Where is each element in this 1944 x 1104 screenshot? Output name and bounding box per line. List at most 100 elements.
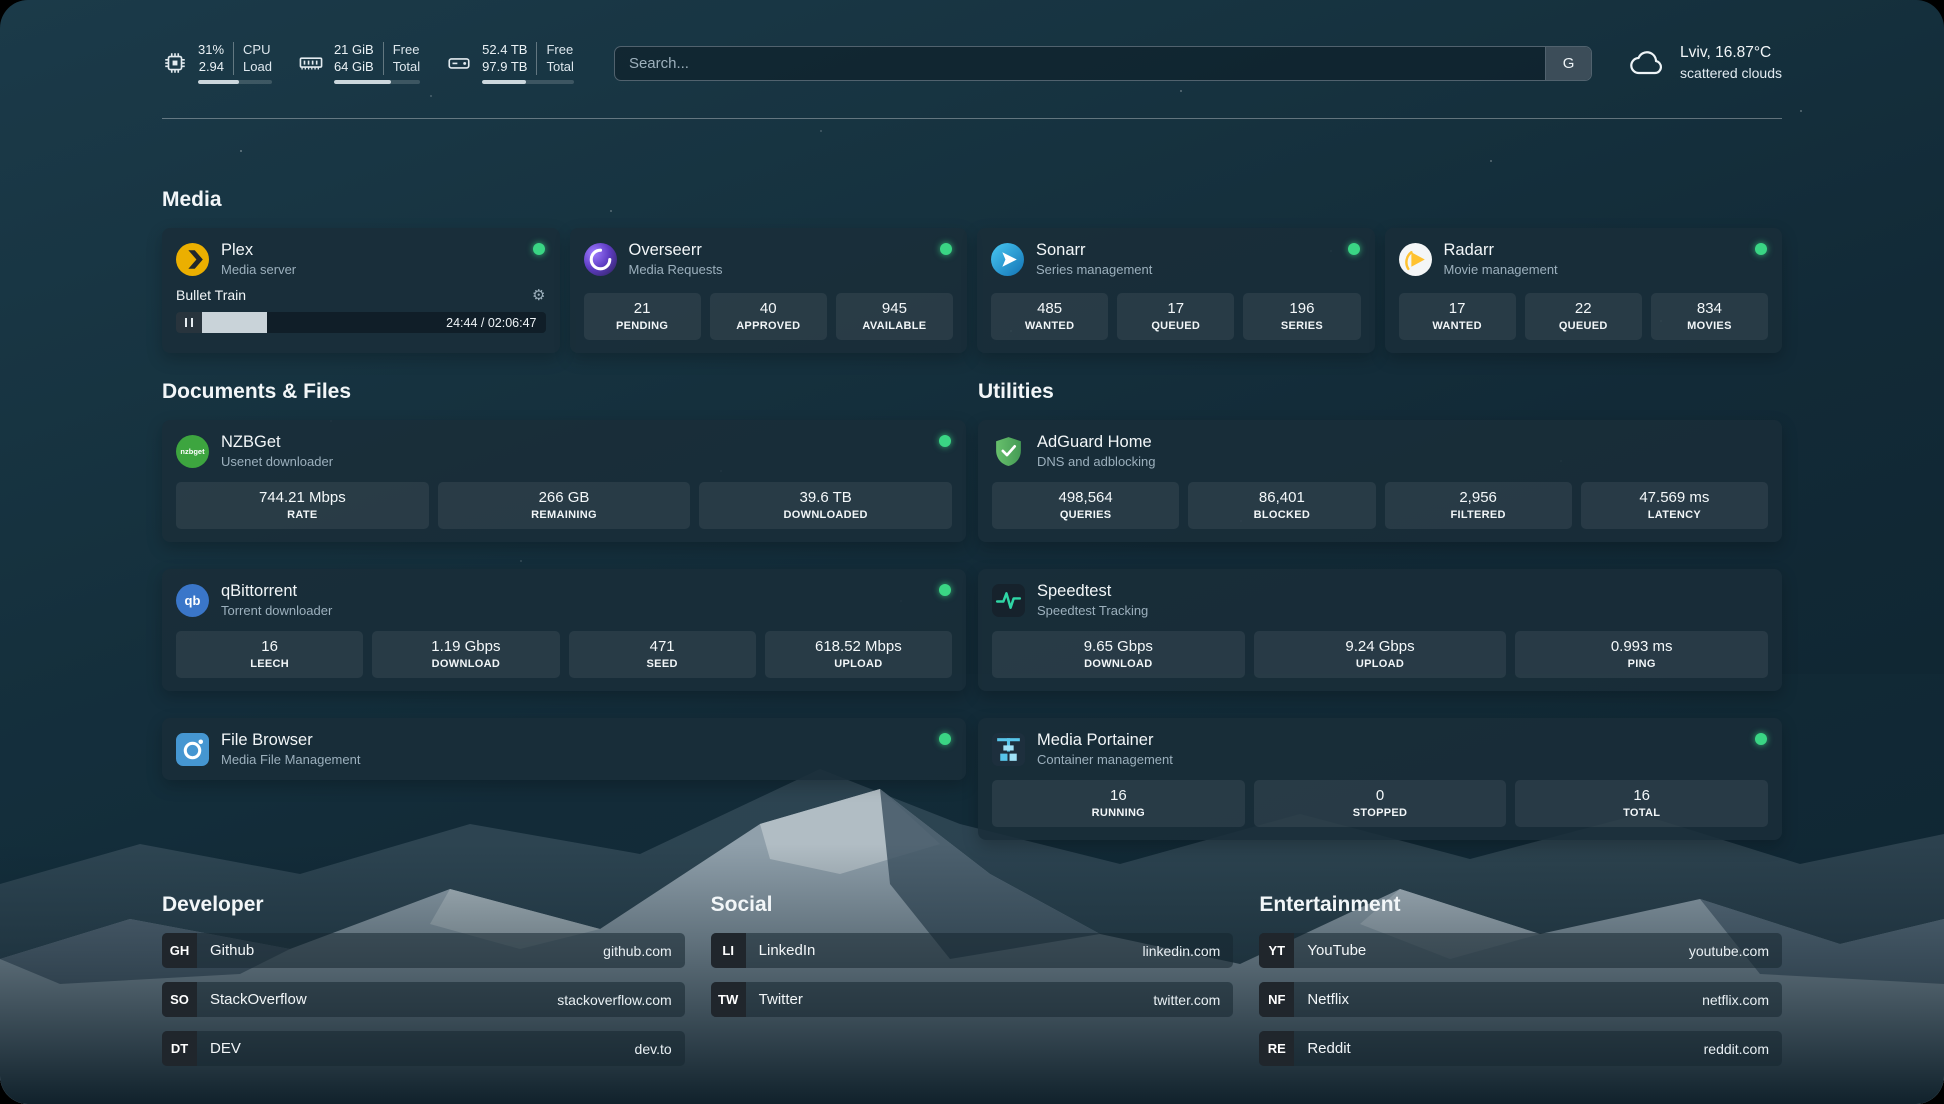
link-linkedin[interactable]: LI LinkedIn linkedin.com <box>711 933 1234 968</box>
weather-location: Lviv, 16.87°C <box>1680 43 1782 64</box>
filebrowser-subtitle: Media File Management <box>221 752 360 767</box>
stat-filtered: 2,956 FILTERED <box>1385 482 1572 529</box>
speedtest-name: Speedtest <box>1037 582 1148 601</box>
ram-monitor: 21 GiB 64 GiB Free Total <box>298 42 420 85</box>
stat-ping: 0.993 ms PING <box>1515 631 1768 678</box>
qbittorrent-status-dot <box>939 584 951 596</box>
stat-remaining: 266 GB REMAINING <box>438 482 691 529</box>
github-icon: GH <box>162 933 197 968</box>
entertainment-section-title: Entertainment <box>1259 892 1782 918</box>
link-twitter[interactable]: TW Twitter twitter.com <box>711 982 1234 1017</box>
cpu-label-1: CPU <box>243 42 272 59</box>
filebrowser-status-dot <box>939 733 951 745</box>
stat-wanted: 485 WANTED <box>991 293 1108 340</box>
plex-playback-time: 24:44 / 02:06:47 <box>446 316 536 330</box>
netflix-icon: NF <box>1259 982 1294 1017</box>
twitter-icon: TW <box>711 982 746 1017</box>
disk-icon <box>446 50 472 76</box>
radarr-icon <box>1399 243 1432 276</box>
disk-progress-bar <box>482 80 574 84</box>
overseerr-name: Overseerr <box>629 241 723 260</box>
disk-label-2: Total <box>546 59 573 76</box>
ram-progress-bar <box>334 80 420 84</box>
link-reddit[interactable]: RE Reddit reddit.com <box>1259 1031 1782 1066</box>
utilities-section-title: Utilities <box>978 379 1782 405</box>
qbittorrent-icon: qb <box>176 584 209 617</box>
cpu-load: 2.94 <box>199 59 224 76</box>
plex-name: Plex <box>221 241 296 260</box>
portainer-card[interactable]: Media Portainer Container management 16 … <box>978 718 1782 840</box>
stat-download: 1.19 Gbps DOWNLOAD <box>372 631 559 678</box>
nzbget-subtitle: Usenet downloader <box>221 454 333 469</box>
reddit-icon: RE <box>1259 1031 1294 1066</box>
overseerr-subtitle: Media Requests <box>629 262 723 277</box>
topbar-divider <box>162 118 1782 119</box>
stat-available: 945 AVAILABLE <box>836 293 953 340</box>
social-section: Social LI LinkedIn linkedin.com TW Twitt… <box>711 892 1234 1080</box>
disk-monitor: 52.4 TB 97.9 TB Free Total <box>446 42 574 85</box>
gear-icon[interactable]: ⚙ <box>532 286 545 304</box>
portainer-name: Media Portainer <box>1037 731 1173 750</box>
stat-upload: 618.52 Mbps UPLOAD <box>765 631 952 678</box>
radarr-subtitle: Movie management <box>1444 262 1558 277</box>
ram-free: 21 GiB <box>334 42 374 59</box>
dashboard: 31% 2.94 CPU Load <box>0 0 1944 1104</box>
nzbget-status-dot <box>939 435 951 447</box>
overseerr-card[interactable]: Overseerr Media Requests 21 PENDING 40 A… <box>570 228 968 353</box>
stat-leech: 16 LEECH <box>176 631 363 678</box>
documents-section: Documents & Files nzbget NZBGet Usenet d… <box>162 379 966 840</box>
overseerr-status-dot <box>940 243 952 255</box>
stat-wanted: 17 WANTED <box>1399 293 1516 340</box>
link-dev[interactable]: DT DEV dev.to <box>162 1031 685 1066</box>
entertainment-section: Entertainment YT YouTube youtube.com NF … <box>1259 892 1782 1080</box>
cpu-icon <box>162 50 188 76</box>
dev-icon: DT <box>162 1031 197 1066</box>
cpu-progress-bar <box>198 80 272 84</box>
stat-rate: 744.21 Mbps RATE <box>176 482 429 529</box>
top-bar: 31% 2.94 CPU Load <box>162 40 1782 86</box>
stat-downloaded: 39.6 TB DOWNLOADED <box>699 482 952 529</box>
nzbget-card[interactable]: nzbget NZBGet Usenet downloader 744.21 M… <box>162 420 966 542</box>
speedtest-card[interactable]: Speedtest Speedtest Tracking 9.65 Gbps D… <box>978 569 1782 691</box>
portainer-icon <box>992 733 1025 766</box>
filebrowser-name: File Browser <box>221 731 360 750</box>
stat-blocked: 86,401 BLOCKED <box>1188 482 1375 529</box>
cpu-percent: 31% <box>198 42 224 59</box>
plex-now-playing-title: Bullet Train <box>176 287 246 303</box>
ram-total: 64 GiB <box>334 59 374 76</box>
nzbget-icon: nzbget <box>176 435 209 468</box>
sonarr-icon <box>991 243 1024 276</box>
ram-label-1: Free <box>393 42 420 59</box>
link-youtube[interactable]: YT YouTube youtube.com <box>1259 933 1782 968</box>
search-input[interactable] <box>615 55 1545 72</box>
sonarr-name: Sonarr <box>1036 241 1152 260</box>
link-stackoverflow[interactable]: SO StackOverflow stackoverflow.com <box>162 982 685 1017</box>
search-engine-button[interactable]: G <box>1545 47 1591 80</box>
disk-label-1: Free <box>546 42 573 59</box>
plex-card[interactable]: Plex Media server Bullet Train ⚙ 24:44 <box>162 228 560 353</box>
system-monitors: 31% 2.94 CPU Load <box>162 42 574 85</box>
stat-seed: 471 SEED <box>569 631 756 678</box>
radarr-card[interactable]: Radarr Movie management 17 WANTED 22 QUE… <box>1385 228 1783 353</box>
stat-stopped: 0 STOPPED <box>1254 780 1507 827</box>
pause-icon[interactable] <box>176 312 202 333</box>
media-section: Media Plex Media server <box>162 187 1782 353</box>
sonarr-subtitle: Series management <box>1036 262 1152 277</box>
sonarr-card[interactable]: Sonarr Series management 485 WANTED 17 Q… <box>977 228 1375 353</box>
plex-status-dot <box>533 243 545 255</box>
speedtest-icon <box>992 584 1025 617</box>
plex-subtitle: Media server <box>221 262 296 277</box>
link-netflix[interactable]: NF Netflix netflix.com <box>1259 982 1782 1017</box>
cpu-monitor: 31% 2.94 CPU Load <box>162 42 272 85</box>
link-github[interactable]: GH Github github.com <box>162 933 685 968</box>
stat-approved: 40 APPROVED <box>710 293 827 340</box>
ram-icon <box>298 50 324 76</box>
stackoverflow-icon: SO <box>162 982 197 1017</box>
stat-total: 16 TOTAL <box>1515 780 1768 827</box>
plex-progress-bar: 24:44 / 02:06:47 <box>176 312 546 333</box>
qbittorrent-card[interactable]: qb qBittorrent Torrent downloader 16 LEE… <box>162 569 966 691</box>
plex-icon <box>176 243 209 276</box>
filebrowser-card[interactable]: File Browser Media File Management <box>162 718 966 780</box>
adguard-card[interactable]: AdGuard Home DNS and adblocking 498,564 … <box>978 420 1782 542</box>
stat-running: 16 RUNNING <box>992 780 1245 827</box>
